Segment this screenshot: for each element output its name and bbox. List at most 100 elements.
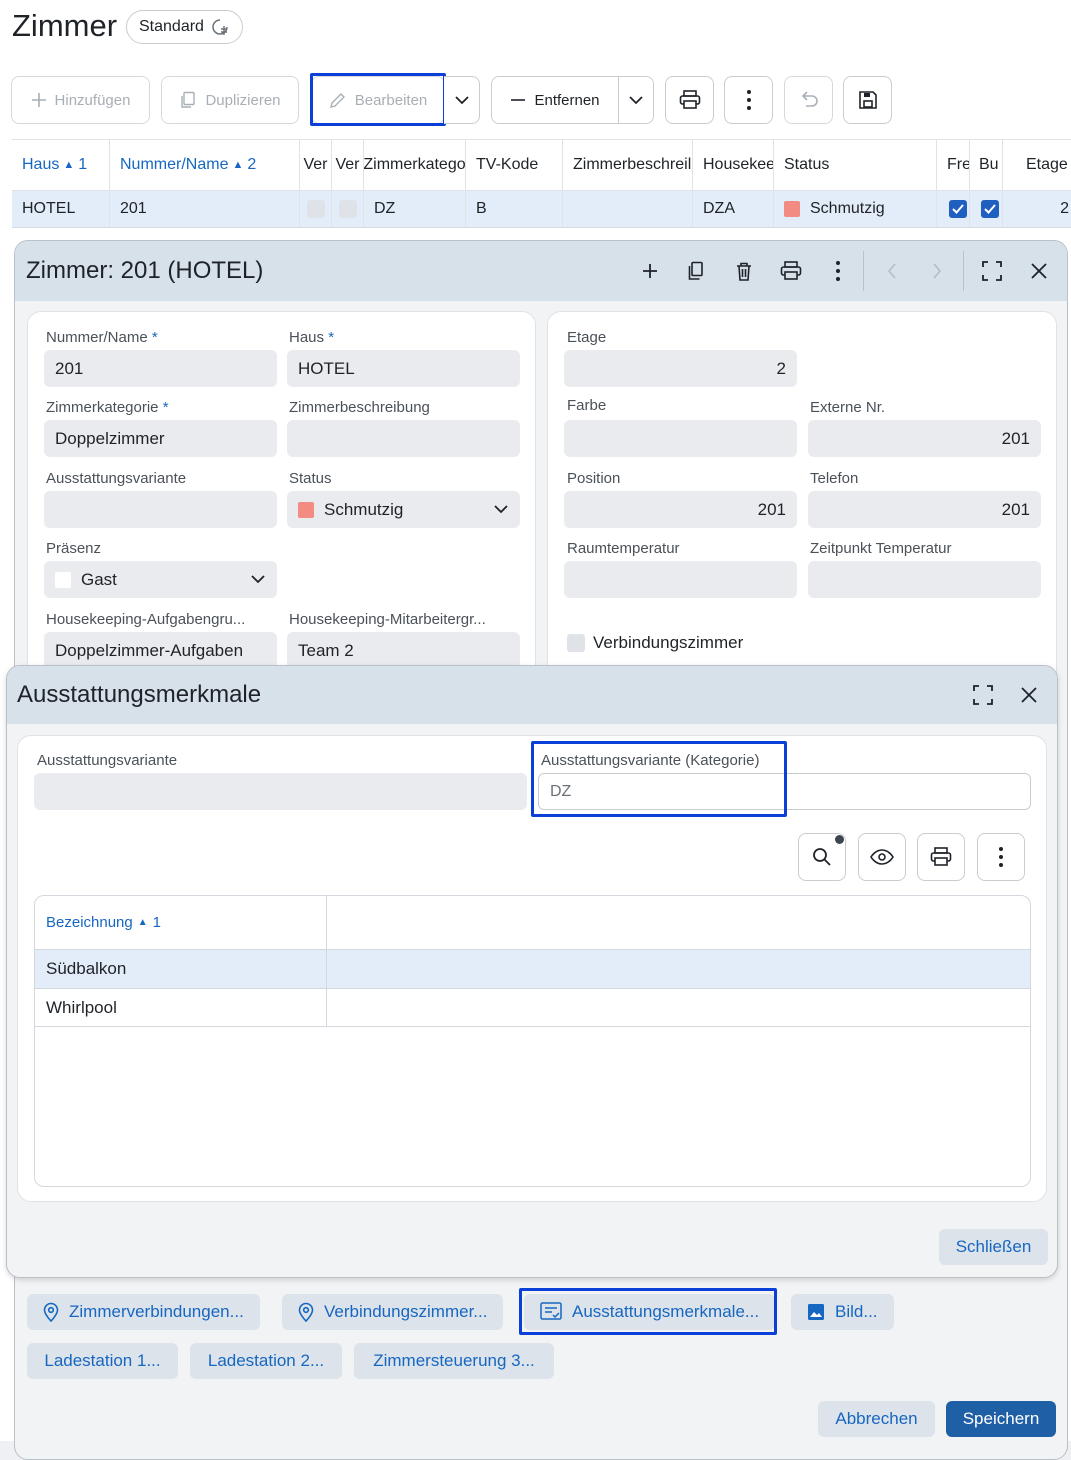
praesenz-select-value: Gast [81, 569, 117, 589]
chip-zimmersteuerung-3[interactable]: Zimmersteuerung 3... [354, 1343, 554, 1379]
cell-fre[interactable] [937, 191, 970, 227]
table-row[interactable]: HOTEL 201 DZ B DZA Schmutzig 2 [12, 191, 1071, 228]
more-button[interactable] [724, 76, 773, 124]
checkbox-unchecked[interactable] [338, 200, 357, 218]
location-pin-icon [43, 1302, 59, 1322]
farbe-field[interactable] [564, 420, 797, 457]
more-icon-button[interactable] [822, 255, 854, 287]
close-dialog-button[interactable]: Schließen [939, 1229, 1048, 1265]
checkbox-checked[interactable] [981, 200, 999, 218]
remove-dropdown-button[interactable] [618, 76, 654, 124]
col-fre[interactable]: Fre [937, 140, 970, 190]
chip-ladestation-2[interactable]: Ladestation 2... [190, 1343, 342, 1379]
col-status[interactable]: Status [774, 140, 937, 190]
cell-haus: HOTEL [12, 191, 110, 227]
col-bezeichnung[interactable]: Bezeichnung ▲ 1 [35, 896, 327, 949]
more-button[interactable] [977, 833, 1025, 881]
variant-field[interactable] [34, 773, 527, 810]
col-ver1[interactable]: Ver [300, 140, 332, 190]
col-haus[interactable]: Haus ▲ 1 [12, 140, 110, 190]
edit-dropdown-button[interactable] [444, 76, 480, 124]
add-icon-button[interactable] [634, 255, 666, 287]
nummer-field[interactable]: 201 [44, 350, 277, 387]
cell-ver1[interactable] [300, 191, 332, 227]
cell-bu[interactable] [970, 191, 1003, 227]
chip-ladestation-1[interactable]: Ladestation 1... [27, 1343, 178, 1379]
hk-mitarbeiter-field[interactable]: Team 2 [287, 632, 520, 669]
cell-ver2[interactable] [332, 191, 364, 227]
haus-field[interactable]: HOTEL [287, 350, 520, 387]
col-bu[interactable]: Bu [970, 140, 1003, 190]
chip-bild[interactable]: Bild... [791, 1294, 894, 1330]
col-etage[interactable]: Etage [1003, 140, 1071, 190]
view-switch-icon [212, 19, 228, 35]
undo-button[interactable] [784, 76, 833, 124]
image-icon [808, 1304, 824, 1320]
verbindung-checkbox[interactable] [567, 634, 585, 652]
chip-verbindungszimmer[interactable]: Verbindungszimmer... [282, 1294, 504, 1330]
search-button[interactable] [798, 833, 846, 881]
col-housekeeping-label: Housekee [703, 156, 774, 173]
chevron-right-icon [933, 263, 942, 279]
print-icon-button[interactable] [775, 255, 807, 287]
kategorie-label: Zimmerkategorie * [46, 399, 169, 416]
remove-button[interactable]: Entfernen [491, 76, 619, 124]
next-button[interactable] [921, 255, 953, 287]
chip-ausstattungsmerkmale[interactable]: Ausstattungsmerkmale... [524, 1294, 776, 1330]
print-button[interactable] [917, 833, 965, 881]
maximize-button[interactable] [976, 255, 1008, 287]
status-select[interactable]: Schmutzig [287, 491, 520, 528]
externe-field[interactable]: 201 [808, 420, 1041, 457]
delete-icon-button[interactable] [728, 255, 760, 287]
raumtemp-field[interactable] [564, 561, 797, 598]
etage-field[interactable]: 2 [564, 350, 797, 387]
chip-zimmerverbindungen[interactable]: Zimmerverbindungen... [27, 1294, 260, 1330]
add-button[interactable]: Hinzufügen [11, 76, 150, 124]
add-button-label: Hinzufügen [54, 91, 131, 109]
sort-order: 2 [247, 156, 257, 173]
farbe-label: Farbe [567, 397, 607, 414]
page: Zimmer Standard Hinzufügen Duplizieren B… [0, 0, 1071, 1460]
variant-category-field[interactable]: DZ [538, 773, 1031, 810]
chip-zimmersteuerung-3-label: Zimmersteuerung 3... [373, 1351, 535, 1370]
close-button[interactable] [1023, 255, 1055, 287]
col-tv[interactable]: TV-Kode [466, 140, 563, 190]
position-field[interactable]: 201 [564, 491, 797, 528]
cell-bezeichnung: Südbalkon [35, 950, 327, 988]
checkbox-unchecked[interactable] [306, 200, 325, 218]
zeitpunkt-label: Zeitpunkt Temperatur [810, 540, 952, 557]
view-badge[interactable]: Standard [126, 10, 243, 44]
col-beschreibung[interactable]: Zimmerbeschreil [563, 140, 693, 190]
edit-button[interactable]: Bearbeiten [311, 76, 445, 124]
hk-aufgaben-field[interactable]: Doppelzimmer-Aufgaben [44, 632, 277, 669]
previous-button[interactable] [876, 255, 908, 287]
telefon-field[interactable]: 201 [808, 491, 1041, 528]
beschreibung-field[interactable] [287, 420, 520, 457]
col-nummer[interactable]: Nummer/Name ▲ 2 [110, 140, 300, 190]
view-button[interactable] [858, 833, 906, 881]
checkbox-checked[interactable] [949, 200, 967, 218]
duplicate-button[interactable]: Duplizieren [161, 76, 299, 124]
col-beschreibung-label: Zimmerbeschreil [573, 156, 692, 173]
close-button[interactable] [1013, 679, 1045, 711]
praesenz-color-swatch [55, 571, 71, 588]
cell-etage: 2 [1060, 200, 1069, 217]
col-housekeeping[interactable]: Housekee [693, 140, 774, 190]
zeitpunkt-field[interactable] [808, 561, 1041, 598]
maximize-button[interactable] [967, 679, 999, 711]
save-button[interactable]: Speichern [946, 1401, 1056, 1437]
cancel-button[interactable]: Abbrechen [818, 1401, 935, 1437]
duplicate-icon-button[interactable] [680, 255, 712, 287]
col-ver2[interactable]: Ver [332, 140, 364, 190]
save-icon-button[interactable] [843, 76, 892, 124]
raumtemp-label: Raumtemperatur [567, 540, 680, 557]
table-row[interactable]: Südbalkon [35, 950, 1030, 989]
table-row[interactable]: Whirlpool [35, 989, 1030, 1027]
page-title: Zimmer [12, 8, 118, 43]
ausstattung-field[interactable] [44, 491, 277, 528]
print-button[interactable] [665, 76, 714, 124]
praesenz-select[interactable]: Gast [44, 561, 277, 598]
col-kategorie[interactable]: Zimmerkatego [364, 140, 466, 190]
chevron-down-icon [454, 95, 469, 104]
kategorie-field[interactable]: Doppelzimmer [44, 420, 277, 457]
